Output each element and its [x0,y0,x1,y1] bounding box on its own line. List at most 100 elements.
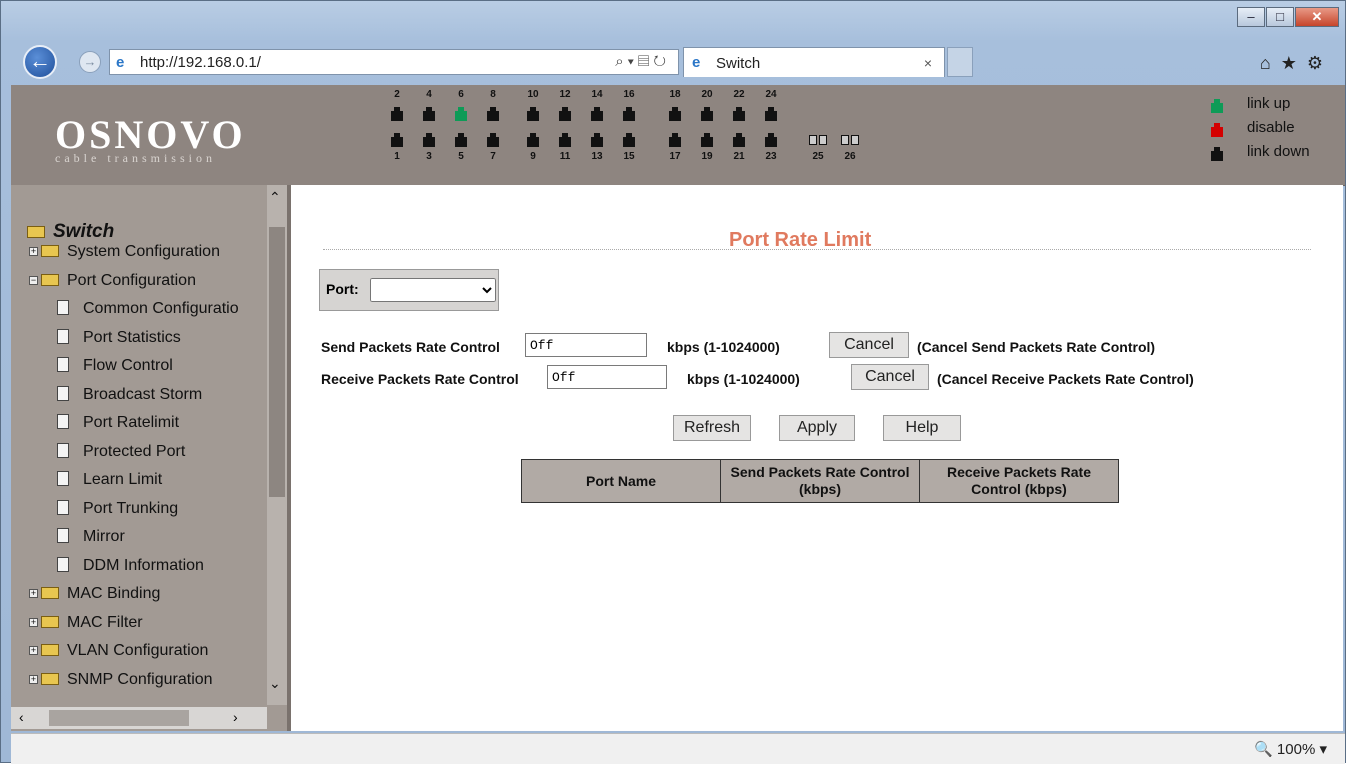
help-button[interactable]: Help [883,415,961,441]
sidebar-item-port-ratelimit[interactable]: Port Ratelimit [57,414,179,432]
sfp-port-25-icon[interactable] [809,135,817,145]
tree-root-switch[interactable]: Switch [27,221,114,243]
sidebar-item-ddm-information[interactable]: DDM Information [57,556,204,575]
sidebar-item-port-trunking[interactable]: Port Trunking [57,499,178,518]
port-label: Port: [326,281,359,297]
expand-icon[interactable]: + [29,247,38,256]
port-7-icon[interactable] [487,133,499,147]
expand-icon[interactable]: + [29,589,38,598]
port-11-icon[interactable] [559,133,571,147]
sidebar-item-mac-binding[interactable]: + MAC Binding [29,585,160,603]
favorites-star-icon[interactable]: ★ [1281,53,1307,73]
port-16-icon[interactable] [623,107,635,121]
sfp-port-26-icon[interactable] [841,135,849,145]
port-9-icon[interactable] [527,133,539,147]
port-21-icon[interactable] [733,133,745,147]
back-button[interactable]: ← [23,45,57,79]
maximize-button[interactable]: □ [1266,7,1294,27]
logo-tagline: cable transmission [55,151,216,165]
zoom-control[interactable]: 🔍 100% ▾ [1254,740,1327,758]
page-icon [57,471,69,486]
port-4-icon[interactable] [423,107,435,121]
apply-button[interactable]: Apply [779,415,855,441]
sidebar-item-learn-limit[interactable]: Learn Limit [57,471,162,489]
port-15-icon[interactable] [623,133,635,147]
sidebar-item-mirror[interactable]: Mirror [57,528,125,546]
port-14-icon[interactable] [591,107,603,121]
port-1-icon[interactable] [391,133,403,147]
nav-tree: Switch + System Configuration − Port Config… [27,221,239,688]
forward-button[interactable]: → [79,51,101,73]
port-number-label: 18 [669,89,681,100]
expand-icon[interactable]: + [29,646,38,655]
port-3-icon[interactable] [423,133,435,147]
scroll-down-icon[interactable]: ⌄ [269,675,281,692]
sidebar-item-mac-filter[interactable]: + MAC Filter [29,614,143,632]
scroll-left-icon[interactable]: ‹ [19,709,24,725]
port-13-icon[interactable] [591,133,603,147]
new-tab-button[interactable] [947,47,973,77]
port-5-icon[interactable] [455,133,467,147]
port-10-icon[interactable] [527,107,539,121]
port-22-icon[interactable] [733,107,745,121]
sidebar-item-label: Protected Port [83,442,186,460]
port-17-icon[interactable] [669,133,681,147]
sidebar-item-system-configuration[interactable]: + System Configuration [29,243,220,261]
sidebar-item-vlan-configuration[interactable]: + VLAN Configuration [29,642,208,660]
gear-icon[interactable]: ⚙ [1307,53,1333,73]
scroll-right-icon[interactable]: › [233,709,238,725]
port-24-icon[interactable] [765,107,777,121]
sidebar-item-common-configuratio[interactable]: Common Configuratio [57,300,239,318]
port-2-icon[interactable] [391,107,403,121]
port-18-icon[interactable] [669,107,681,121]
send-rate-label: Send Packets Rate Control [321,339,500,355]
scroll-thumb[interactable] [269,227,285,497]
port-12-icon[interactable] [559,107,571,121]
sidebar-item-snmp-configuration[interactable]: + SNMP Configuration [29,671,213,689]
close-window-button[interactable]: ✕ [1295,7,1339,27]
cancel-send-button[interactable]: Cancel [829,332,909,358]
folder-open-icon [41,273,59,286]
page-icon [57,414,69,429]
sidebar-item-port-statistics[interactable]: Port Statistics [57,328,181,347]
sidebar-item-port-configuration[interactable]: − Port Configuration [29,272,196,290]
port-19-icon[interactable] [701,133,713,147]
port-number-label: 25 [812,151,824,162]
tab-close-icon[interactable]: × [924,55,932,71]
cancel-receive-button[interactable]: Cancel [851,364,929,390]
sidebar-item-label: Port Configuration [67,271,196,289]
address-url[interactable]: http://192.168.0.1/ [140,54,261,71]
port-8-icon[interactable] [487,107,499,121]
send-rate-input[interactable] [525,333,647,357]
sidebar-item-label: DDM Information [83,556,204,574]
sidebar-item-label: Port Statistics [83,328,181,346]
refresh-button[interactable]: Refresh [673,415,751,441]
hscroll-thumb[interactable] [49,710,189,726]
legend-label: link up [1247,95,1291,112]
sfp-port-25-icon[interactable] [819,135,827,145]
sfp-port-26-icon[interactable] [851,135,859,145]
scroll-up-icon[interactable]: ⌃ [269,189,281,206]
cancel-receive-description: (Cancel Receive Packets Rate Control) [937,371,1194,387]
sidebar-item-broadcast-storm[interactable]: Broadcast Storm [57,385,202,404]
tab-switch[interactable]: e Switch × [683,47,945,77]
sidebar-horizontal-scrollbar[interactable]: ‹ › [11,707,267,729]
minimize-button[interactable]: – [1237,7,1265,27]
port-6-icon[interactable] [455,107,467,121]
address-tools-icons[interactable]: ⌕▾▤↻ [615,53,670,70]
port-number-label: 23 [765,151,777,162]
link-down-legend-icon [1211,147,1223,161]
collapse-icon[interactable]: − [29,275,38,285]
port-23-icon[interactable] [765,133,777,147]
sidebar-vertical-scrollbar[interactable]: ⌃ ⌄ [267,185,287,705]
port-20-icon[interactable] [701,107,713,121]
expand-icon[interactable]: + [29,674,38,684]
receive-rate-input[interactable] [547,365,667,389]
port-number-label: 7 [490,151,496,162]
address-bar[interactable]: e http://192.168.0.1/ ⌕▾▤↻ [109,49,679,75]
expand-icon[interactable]: + [29,617,38,627]
sidebar-item-protected-port[interactable]: Protected Port [57,442,186,461]
port-select[interactable] [370,278,496,302]
home-icon[interactable]: ⌂ [1260,53,1281,73]
sidebar-item-flow-control[interactable]: Flow Control [57,357,173,375]
